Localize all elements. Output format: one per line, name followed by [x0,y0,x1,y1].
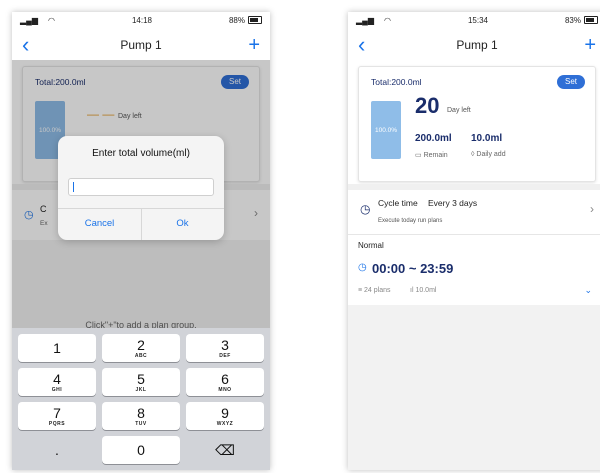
key-digit: 9 [221,405,229,421]
key-digit: 7 [53,405,61,421]
tank-level: 100.0% [371,101,401,159]
key-letters: PQRS [48,421,66,427]
text-caret [73,182,74,192]
remain-label: Remain [423,152,448,159]
volume-input[interactable] [68,178,214,196]
dialog-title: Enter total volume(ml) [92,148,190,159]
ok-button[interactable]: Ok [141,208,224,240]
key-digit: 3 [221,337,229,353]
wifi-icon: ◠ [47,15,55,25]
key-letters: GHI [51,387,63,393]
status-time: 14:18 [131,15,152,25]
key-9[interactable]: 9 WXYZ [186,402,264,430]
phone-right: ▂▄▆ ◠ 15:34 83% ‹ Pump 1 + Total:200.0ml … [348,12,600,470]
key-4[interactable]: 4 GHI [18,368,96,396]
plus-icon[interactable]: + [248,35,260,55]
key-digit: 4 [53,371,61,387]
plan-count: 24 plans [364,287,391,294]
volume-dialog: Enter total volume(ml) Cancel Ok [58,136,224,240]
battery-percent: 83% [564,15,581,25]
plan-mode: Normal [358,241,384,250]
key-letters: ABC [134,353,148,359]
nav-bar: ‹ Pump 1 + [12,30,270,60]
status-time: 15:34 [467,15,488,25]
status-bar: ▂▄▆ ◠ 15:34 83% [348,12,600,28]
key-letters: MNO [218,387,232,393]
backspace-icon[interactable]: ⌫ [186,436,264,464]
key-0[interactable]: 0 [102,436,180,464]
key-digit: 8 [137,405,145,421]
chevron-right-icon: › [590,202,594,216]
key-letters: WXYZ [216,421,234,427]
plus-icon[interactable]: + [584,35,596,55]
cancel-button[interactable]: Cancel [58,208,141,240]
plan-group[interactable]: Normal ◷ 00:00 ~ 23:59 ≡ 24 plans ıl 10.… [348,235,600,305]
empty-area [348,305,600,470]
set-button[interactable]: Set [557,75,585,89]
key-2[interactable]: 2 ABC [102,334,180,362]
chevron-down-icon[interactable]: ⌄ [584,285,592,296]
cycle-sub: Execute today run plans [378,218,443,224]
daily-add-label: Daily add [476,151,506,158]
key-digit: 5 [137,371,145,387]
nav-bar: ‹ Pump 1 + [348,30,600,60]
key-letters: TUV [135,421,147,427]
key-digit: 2 [137,337,145,353]
day-left-label: Day left [447,107,471,114]
numeric-keypad: 1 2 ABC 3 DEF 4 GHI 5 JKL 6 MNO 7 PQRS 8 TUV 9W… [12,328,270,470]
page-title: Pump 1 [456,38,498,52]
plan-amount: 10.0ml [415,287,437,294]
key-letters: JKL [135,387,147,393]
total-volume: Total:200.0ml [371,77,422,87]
cycle-value: Every 3 days [428,198,478,208]
key-digit: 6 [221,371,229,387]
status-bar: ▂▄▆ ◠ 14:18 88% [12,12,270,28]
page-title: Pump 1 [120,38,162,52]
key-3[interactable]: 3 DEF [186,334,264,362]
box-icon: ▭ [415,152,424,159]
clock-icon: ◷ [358,262,367,273]
clock-icon: ◷ [360,202,371,216]
daily-add-value: 10.0ml [471,133,503,144]
signal-icon: ▂▄▆ [20,15,38,25]
key-digit: 0 [137,442,145,458]
back-arrow-icon[interactable]: ‹ [358,34,365,56]
days-remaining: 20 [415,93,440,118]
phone-left: ▂▄▆ ◠ 14:18 88% ‹ Pump 1 + Total:200.0ml … [12,12,270,470]
back-arrow-icon[interactable]: ‹ [22,34,29,56]
key-5[interactable]: 5 JKL [102,368,180,396]
key-7[interactable]: 7 PQRS [18,402,96,430]
key-8[interactable]: 8 TUV [102,402,180,430]
volume-card: Total:200.0ml Set 100.0% 20 Day left 200… [358,66,596,182]
battery-icon [583,16,598,25]
key-decimal[interactable]: . [18,436,96,464]
remain-value: 200.0ml [415,133,452,144]
cycle-label: Cycle time [378,198,418,208]
signal-icon: ▂▄▆ [356,15,374,25]
key-digit: . [55,442,59,458]
key-1[interactable]: 1 [18,334,96,362]
key-digit: ⌫ [215,442,235,458]
key-letters: DEF [219,353,231,359]
tank-percent: 100.0% [374,126,398,134]
battery-icon [247,16,262,25]
key-6[interactable]: 6 MNO [186,368,264,396]
key-digit: 1 [53,340,61,356]
cycle-row[interactable]: ◷ Cycle time Every 3 days Execute today … [348,190,600,234]
wifi-icon: ◠ [383,15,391,25]
plan-time-range: 00:00 ~ 23:59 [372,261,454,276]
battery-percent: 88% [228,15,245,25]
